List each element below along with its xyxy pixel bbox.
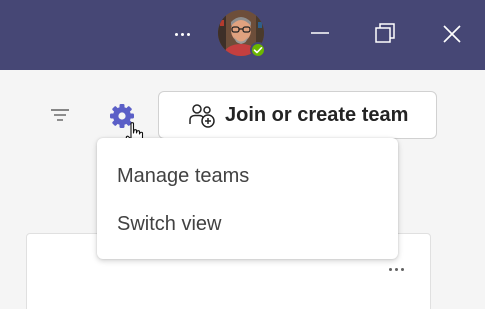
profile-avatar[interactable] [218, 10, 266, 58]
join-or-create-team-label: Join or create team [225, 103, 409, 126]
people-add-icon [187, 100, 217, 130]
join-or-create-team-button[interactable]: Join or create team [158, 91, 437, 139]
close-icon[interactable] [434, 16, 470, 52]
gear-icon[interactable] [107, 101, 137, 131]
title-bar [0, 0, 485, 70]
menu-item-manage-teams[interactable]: Manage teams [97, 152, 398, 200]
more-options-icon[interactable] [383, 260, 409, 278]
presence-available-icon [250, 42, 266, 58]
settings-menu: Manage teams Switch view [97, 138, 398, 259]
more-options-icon[interactable] [170, 22, 194, 46]
restore-icon[interactable] [367, 16, 403, 52]
menu-item-switch-view[interactable]: Switch view [97, 200, 398, 248]
filter-icon[interactable] [47, 103, 73, 127]
minimize-icon[interactable] [302, 16, 338, 52]
